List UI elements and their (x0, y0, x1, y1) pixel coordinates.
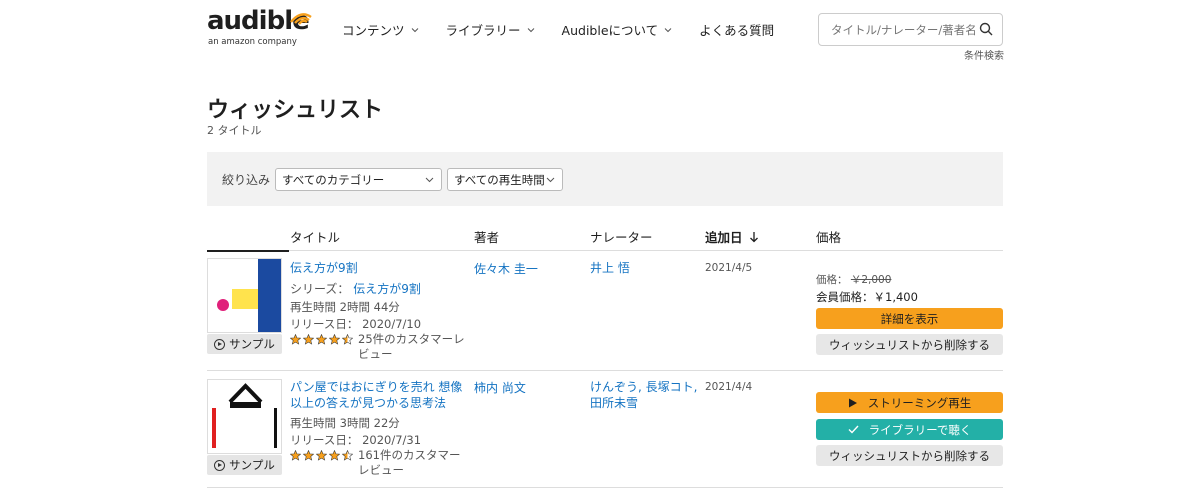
audible-logo[interactable]: audible an amazon company (207, 6, 312, 52)
logo-waves-icon (290, 13, 312, 25)
chevron-down-icon (411, 27, 418, 32)
category-select-value: すべてのカテゴリー (282, 173, 385, 187)
rating-stars (290, 450, 355, 461)
star-full-icon (303, 334, 314, 345)
logo-subtitle: an amazon company (208, 37, 297, 47)
sample-button[interactable]: サンプル (207, 334, 282, 354)
search-box (818, 13, 1003, 46)
nav-faq[interactable]: よくある質問 (699, 20, 774, 39)
narrator-link[interactable]: けんぞう, 長塚コト, 田所未雪 (590, 379, 700, 411)
main-nav: コンテンツ ライブラリー Audibleについて よくある質問 (342, 20, 801, 39)
nav-label: Audibleについて (561, 23, 659, 38)
series-link[interactable]: 伝え方が9割 (353, 282, 421, 296)
remove-from-wishlist-button[interactable]: ウィッシュリストから削除する (816, 445, 1003, 466)
sample-button[interactable]: サンプル (207, 455, 282, 475)
date-added: 2021/4/5 (705, 262, 753, 274)
date-added: 2021/4/4 (705, 381, 753, 393)
star-half-icon (342, 334, 353, 345)
header-date-added[interactable]: 追加日 (705, 227, 759, 246)
length: 再生時間 2時間 44分 (290, 300, 400, 314)
stream-play-label: ストリーミング再生 (867, 395, 972, 410)
author-link[interactable]: 柿内 尚文 (474, 379, 526, 396)
header-title[interactable]: タイトル (290, 227, 340, 246)
release-date: リリース日： 2020/7/10 (290, 317, 422, 331)
advanced-search-link[interactable]: 条件検索 (964, 47, 1004, 62)
cover-image[interactable] (207, 379, 282, 454)
release-date: リリース日： 2020/7/31 (290, 433, 422, 447)
series-label: シリーズ： (290, 282, 350, 296)
book-cover-art (208, 380, 281, 453)
chevron-down-icon (546, 177, 555, 183)
star-full-icon (329, 334, 340, 345)
review-count[interactable]: 25件のカスタマーレビュー (358, 332, 470, 362)
rating-stars (290, 334, 355, 345)
chevron-down-icon (425, 177, 434, 183)
nav-label: ライブラリー (445, 23, 521, 38)
stream-play-button[interactable]: ストリーミング再生 (816, 392, 1003, 413)
price-label: 価格： (816, 274, 848, 286)
star-full-icon (290, 334, 301, 345)
table-header-divider (207, 250, 1003, 251)
list-price: 価格： ￥2,000 (816, 272, 891, 287)
remove-from-wishlist-button[interactable]: ウィッシュリストから削除する (816, 334, 1003, 355)
narrator-link[interactable]: 井上 悟 (590, 260, 700, 276)
nav-about[interactable]: Audibleについて (562, 20, 673, 39)
table-header-accent (207, 250, 289, 252)
star-full-icon (329, 450, 340, 461)
sort-down-arrow-icon (749, 231, 758, 242)
list-price-value: ￥2,000 (850, 274, 892, 286)
header-author[interactable]: 著者 (474, 227, 499, 246)
rating: 161件のカスタマーレビュー (290, 448, 470, 478)
nav-contents[interactable]: コンテンツ (342, 20, 419, 39)
site-header: audible an amazon company コンテンツ ライブラリー A… (0, 0, 1200, 62)
length-select[interactable]: すべての再生時間 (447, 168, 563, 191)
cover-image[interactable] (207, 258, 282, 333)
listen-in-library-button[interactable]: ライブラリーで聴く (816, 419, 1003, 440)
nav-label: よくある質問 (699, 23, 775, 38)
item-title-link[interactable]: パン屋ではおにぎりを売れ 想像以上の答えが見つかる思考法 (290, 379, 470, 411)
series-line: シリーズ： 伝え方が9割 (290, 280, 421, 297)
view-details-button[interactable]: 詳細を表示 (816, 308, 1003, 329)
review-count[interactable]: 161件のカスタマーレビュー (358, 448, 470, 478)
author-link[interactable]: 佐々木 圭一 (474, 260, 538, 277)
filter-bar: 絞り込み すべてのカテゴリー すべての再生時間 (207, 152, 1003, 206)
filter-label: 絞り込み (222, 173, 271, 187)
book-cover-art (208, 259, 281, 332)
member-price: 会員価格：￥1,400 (816, 290, 918, 304)
star-half-icon (342, 450, 353, 461)
sample-label: サンプル (229, 337, 275, 351)
row-divider (207, 370, 1003, 371)
star-full-icon (303, 450, 314, 461)
rating: 25件のカスタマーレビュー (290, 332, 470, 362)
nav-label: コンテンツ (342, 23, 405, 38)
star-full-icon (290, 450, 301, 461)
length-select-value: すべての再生時間 (454, 173, 545, 187)
row-divider (207, 487, 1003, 488)
checkmark-icon (848, 425, 859, 434)
play-icon (848, 398, 857, 407)
star-full-icon (316, 334, 327, 345)
title-count: 2 タイトル (207, 124, 262, 137)
chevron-down-icon (527, 27, 534, 32)
search-input[interactable] (831, 21, 976, 39)
sample-label: サンプル (229, 458, 275, 472)
chevron-down-icon (664, 27, 672, 32)
star-full-icon (316, 450, 327, 461)
category-select[interactable]: すべてのカテゴリー (275, 168, 442, 191)
item-title-link[interactable]: 伝え方が9割 (290, 260, 470, 276)
nav-library[interactable]: ライブラリー (446, 20, 535, 39)
search-icon[interactable] (979, 22, 993, 36)
length: 再生時間 3時間 22分 (290, 416, 400, 430)
header-price[interactable]: 価格 (816, 227, 841, 246)
page-title: ウィッシュリスト (207, 98, 384, 123)
header-narrator[interactable]: ナレーター (590, 227, 653, 246)
header-date-added-label: 追加日 (705, 230, 743, 245)
play-circle-icon (214, 338, 226, 350)
listen-in-library-label: ライブラリーで聴く (868, 422, 972, 437)
play-circle-icon (214, 459, 226, 471)
